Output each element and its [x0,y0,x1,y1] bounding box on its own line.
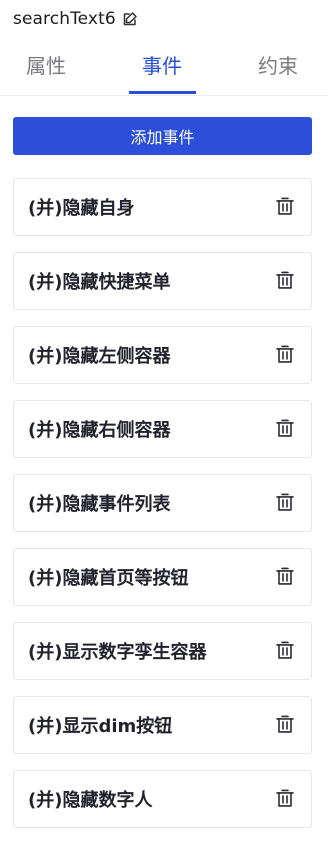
component-name: searchText6 [13,9,116,29]
event-label: (并)隐藏左侧容器 [28,346,171,367]
event-item[interactable]: (并)隐藏首页等按钮 [13,548,312,606]
event-label: (并)显示数字孪生容器 [28,642,207,663]
trash-icon[interactable] [274,491,296,513]
event-item[interactable]: (并)显示数字孪生容器 [13,622,312,680]
event-item[interactable]: (并)隐藏数字人 [13,770,312,828]
event-label: (并)隐藏自身 [28,198,135,219]
event-label: (并)隐藏快捷菜单 [28,272,171,293]
edit-icon[interactable] [122,11,138,27]
trash-icon[interactable] [274,343,296,365]
event-item[interactable]: (并)隐藏事件列表 [13,474,312,532]
tab-constraints[interactable]: 约束 [258,50,298,79]
add-event-button[interactable]: 添加事件 [13,117,312,155]
tab-properties[interactable]: 属性 [26,50,66,79]
tab-bar: 属性 事件 约束 [0,40,328,96]
event-list: (并)隐藏自身 (并)隐藏快捷菜单 (并)隐藏左侧容器 (并)隐藏右侧容器 (并… [13,178,312,844]
trash-icon[interactable] [274,417,296,439]
header: searchText6 [13,7,138,31]
active-tab-indicator [129,91,196,94]
trash-icon[interactable] [274,787,296,809]
trash-icon[interactable] [274,639,296,661]
trash-icon[interactable] [274,269,296,291]
event-item[interactable]: (并)隐藏快捷菜单 [13,252,312,310]
event-item[interactable]: (并)隐藏自身 [13,178,312,236]
event-item[interactable]: (并)隐藏右侧容器 [13,400,312,458]
event-item[interactable]: (并)显示dim按钮 [13,696,312,754]
event-label: (并)隐藏首页等按钮 [28,568,189,589]
event-item[interactable]: (并)隐藏左侧容器 [13,326,312,384]
event-label: (并)显示dim按钮 [28,716,173,737]
trash-icon[interactable] [274,565,296,587]
tab-events[interactable]: 事件 [142,50,182,79]
trash-icon[interactable] [274,713,296,735]
event-label: (并)隐藏右侧容器 [28,420,171,441]
event-label: (并)隐藏数字人 [28,790,153,811]
event-label: (并)隐藏事件列表 [28,494,171,515]
trash-icon[interactable] [274,195,296,217]
